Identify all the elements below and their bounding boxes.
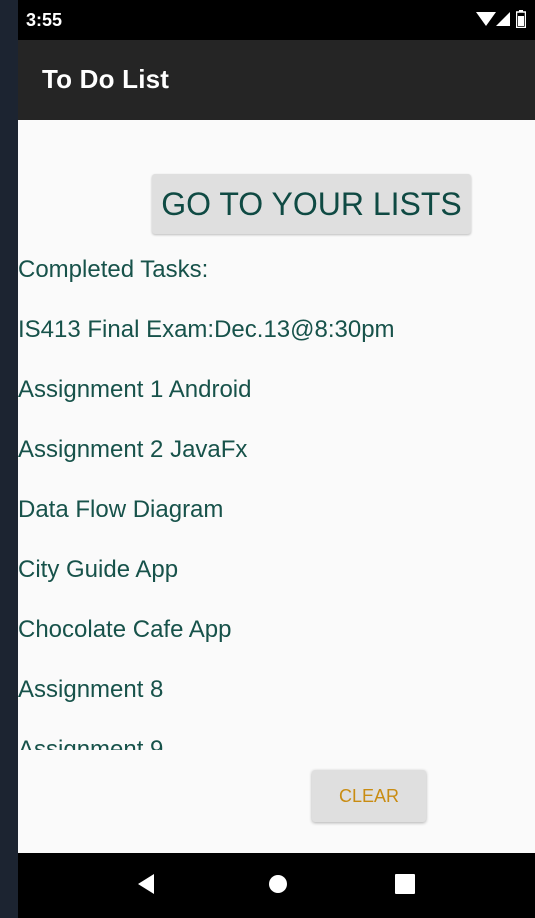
wifi-icon [476, 12, 496, 26]
signal-icon [496, 12, 510, 26]
list-item[interactable]: Chocolate Cafe App [18, 600, 535, 660]
app-bar: To Do List [18, 40, 535, 120]
clear-button[interactable]: CLEAR [312, 770, 426, 822]
navigation-bar [18, 853, 535, 918]
list-item[interactable]: Data Flow Diagram [18, 480, 535, 540]
list-item[interactable]: Assignment 1 Android [18, 360, 535, 420]
app-title: To Do List [42, 64, 170, 94]
battery-icon [516, 10, 526, 28]
list-item[interactable]: Assignment 8 [18, 660, 535, 720]
main-content: GO TO YOUR LISTS Completed Tasks: IS413 … [18, 120, 535, 853]
back-icon[interactable] [134, 869, 158, 899]
list-item[interactable]: IS413 Final Exam:Dec.13@8:30pm [18, 300, 535, 360]
recents-icon[interactable] [392, 869, 418, 899]
status-bar: 3:55 [18, 0, 535, 40]
home-icon[interactable] [266, 869, 290, 899]
phone-screen: 3:55 To Do List GO TO YOUR LISTS Complet… [18, 0, 535, 918]
status-time: 3:55 [26, 10, 63, 30]
go-to-your-lists-button[interactable]: GO TO YOUR LISTS [152, 174, 471, 234]
list-item[interactable]: Assignment 2 JavaFx [18, 420, 535, 480]
list-item[interactable]: Assignment 9 [18, 720, 535, 750]
completed-tasks-label: Completed Tasks: [18, 256, 209, 283]
list-item[interactable]: City Guide App [18, 540, 535, 600]
completed-task-list[interactable]: IS413 Final Exam:Dec.13@8:30pm Assignmen… [18, 300, 535, 750]
